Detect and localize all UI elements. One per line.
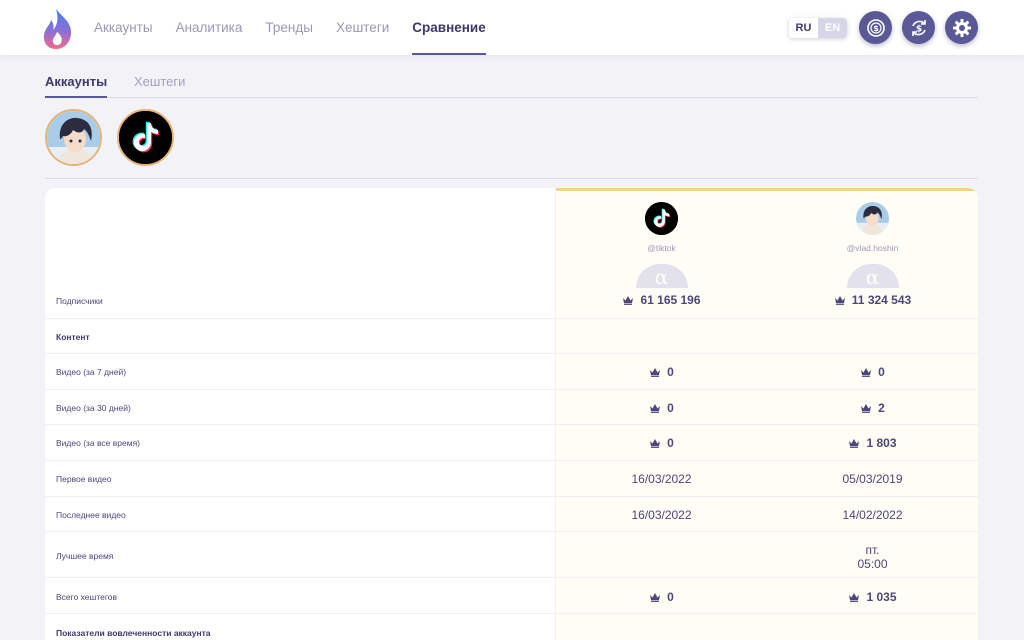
row-value-1: 0	[556, 401, 767, 416]
main-nav: Аккаунты Аналитика Тренды Хештеги Сравне…	[94, 0, 509, 55]
crown-icon	[860, 366, 872, 380]
highlight-line	[556, 188, 978, 191]
selected-account-avatar-tiktok[interactable]	[117, 109, 174, 166]
top-header: Аккаунты Аналитика Тренды Хештеги Сравне…	[0, 0, 1024, 55]
comparison-table: @tiktok α @vlad.hoshin α Подписчики 61 1…	[45, 188, 978, 640]
row-value-1: 16/03/2022	[631, 508, 692, 522]
anime-avatar-icon	[47, 111, 100, 164]
crown-icon	[848, 591, 860, 605]
tab-hashtags[interactable]: Хештеги	[134, 74, 185, 98]
nav-item-trends[interactable]: Тренды	[265, 0, 313, 55]
lang-ru-button[interactable]: RU	[789, 18, 818, 38]
crown-icon	[649, 366, 661, 380]
row-label: Всего хештегов	[56, 592, 118, 602]
section-label: Показатели вовлеченности аккаунта	[56, 628, 211, 638]
crown-icon	[649, 591, 661, 605]
nav-item-hashtags[interactable]: Хештеги	[336, 0, 389, 55]
table-row-section-content: Контент	[45, 319, 978, 354]
currency-exchange-icon: $	[911, 19, 926, 36]
settings-button[interactable]	[945, 11, 978, 44]
row-value-2: 11 324 543	[767, 293, 978, 308]
row-value-1: 61 165 196	[556, 293, 767, 308]
crown-icon	[848, 437, 860, 451]
svg-text:$: $	[915, 24, 921, 34]
table-row-best-time: Лучшее время пт. 05:00	[45, 532, 978, 578]
table-row-total-hashtags: Всего хештегов 0 1 035	[45, 578, 978, 614]
row-value-2: 2	[767, 401, 978, 416]
column-handle[interactable]: @tiktok	[556, 242, 767, 254]
crown-icon	[649, 402, 661, 416]
nav-item-analytics[interactable]: Аналитика	[176, 0, 243, 55]
row-label: Видео (за 7 дней)	[56, 367, 127, 377]
nav-item-compare[interactable]: Сравнение	[412, 0, 487, 55]
column-handle[interactable]: @vlad.hoshin	[767, 242, 978, 254]
column-avatar-vlad[interactable]	[856, 202, 889, 235]
table-row-videos-30d: Видео (за 30 дней) 0 2	[45, 390, 978, 425]
row-value-1: 0	[556, 590, 767, 605]
row-value-1: 0	[556, 365, 767, 380]
row-label: Видео (за 30 дней)	[56, 403, 131, 413]
exchange-button[interactable]: $	[902, 11, 935, 44]
row-value-2: 05/03/2019	[842, 472, 903, 486]
tiktok-logo-icon	[645, 202, 678, 235]
row-value-2: 1 035	[767, 590, 978, 605]
section-label: Контент	[56, 332, 90, 342]
row-value-1: 16/03/2022	[631, 472, 692, 486]
row-label: Лучшее время	[56, 551, 114, 561]
column-avatar-tiktok[interactable]	[645, 202, 678, 235]
anime-avatar-icon	[856, 202, 889, 235]
row-label: Первое видео	[56, 474, 112, 484]
row-label: Видео (за все время)	[56, 438, 141, 448]
table-row-section-engagement: Показатели вовлеченности аккаунта	[45, 614, 978, 640]
compare-subtabs: Аккаунты Хештеги	[45, 74, 978, 98]
crown-icon	[860, 402, 872, 416]
gear-icon	[952, 18, 971, 37]
svg-text:$: $	[873, 24, 879, 33]
table-row-last-video: Последнее видео 16/03/2022 14/02/2022	[45, 497, 978, 532]
table-row-videos-all: Видео (за все время) 0 1 803	[45, 425, 978, 461]
coin-button[interactable]: $	[859, 11, 892, 44]
row-value-2: 14/02/2022	[842, 508, 903, 522]
row-value-2: пт. 05:00	[857, 543, 888, 571]
tiktok-logo-icon	[119, 111, 172, 164]
coin-icon: $	[866, 18, 885, 37]
crown-icon	[649, 437, 661, 451]
crown-icon	[834, 294, 846, 308]
lang-en-button[interactable]: EN	[818, 18, 847, 38]
avatars-divider	[45, 178, 978, 179]
flame-logo-icon[interactable]	[42, 8, 74, 50]
table-row-first-video: Первое видео 16/03/2022 05/03/2019	[45, 461, 978, 497]
nav-item-accounts[interactable]: Аккаунты	[94, 0, 153, 55]
row-label: Подписчики	[56, 296, 103, 306]
row-value-2: 1 803	[767, 436, 978, 451]
table-row-videos-7d: Видео (за 7 дней) 0 0	[45, 354, 978, 390]
row-value-2: 0	[767, 365, 978, 380]
column-header-vlad: @vlad.hoshin α	[767, 202, 978, 289]
row-value-1: 0	[556, 436, 767, 451]
language-switch: RU EN	[789, 18, 847, 38]
row-label: Последнее видео	[56, 510, 126, 520]
tab-accounts[interactable]: Аккаунты	[45, 74, 108, 98]
column-header-tiktok: @tiktok α	[556, 202, 767, 289]
table-row-subscribers: Подписчики 61 165 196 11 324 543	[45, 283, 978, 319]
selected-account-avatar-vlad[interactable]	[45, 109, 102, 166]
crown-icon	[622, 294, 634, 308]
